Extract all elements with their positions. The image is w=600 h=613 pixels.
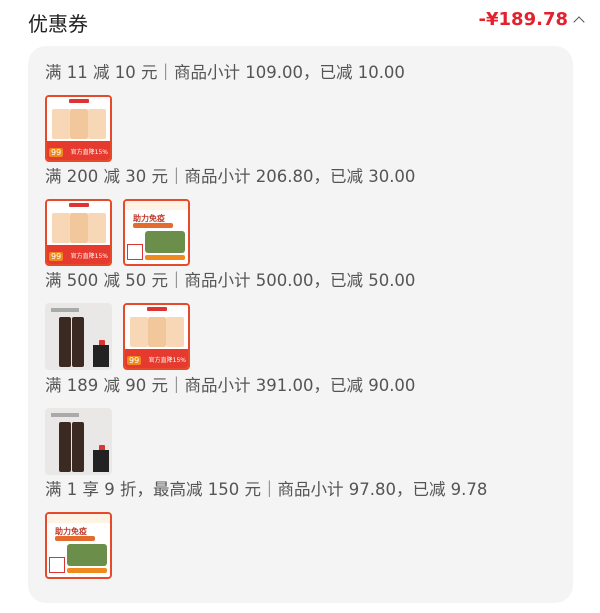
coupon-group: 满 189 减 90 元｜商品小计 391.00，已减 90.00 bbox=[45, 373, 415, 475]
coupon-summary: 满 189 减 90 元｜商品小计 391.00，已减 90.00 bbox=[45, 376, 416, 395]
product-thumbnail-supplement[interactable]: 99 官方直降15% bbox=[45, 199, 112, 266]
coupon-product-list: 99 官方直降15% bbox=[45, 303, 415, 370]
coupon-product-list: 助力免疫 bbox=[45, 512, 487, 579]
product-thumbnail-pants[interactable] bbox=[45, 408, 112, 475]
coupon-group: 满 1 享 9 折，最高减 150 元｜商品小计 97.80，已减 9.78 助… bbox=[45, 477, 487, 579]
coupon-product-list bbox=[45, 408, 415, 475]
product-thumbnail-immunity[interactable]: 助力免疫 bbox=[45, 512, 112, 579]
product-thumbnail-supplement[interactable]: 99 官方直降15% bbox=[45, 95, 112, 162]
coupon-total-discount: -¥189.78 bbox=[478, 9, 568, 30]
coupon-breakdown-panel: 满 11 减 10 元｜商品小计 109.00，已减 10.00 99 官方直降… bbox=[28, 46, 573, 603]
product-promo-tag: 官方直降15% bbox=[70, 149, 108, 156]
product-thumbnail-immunity[interactable]: 助力免疫 bbox=[123, 199, 190, 266]
product-promo-tag: 官方直降15% bbox=[148, 357, 186, 364]
product-thumbnail-pants[interactable] bbox=[45, 303, 112, 370]
coupon-product-list: 99 官方直降15% bbox=[45, 95, 405, 162]
product-promo-tag: 官方直降15% bbox=[70, 253, 108, 260]
coupon-summary: 满 500 减 50 元｜商品小计 500.00，已减 50.00 bbox=[45, 271, 416, 290]
coupon-group: 满 500 减 50 元｜商品小计 500.00，已减 50.00 99 官方直… bbox=[45, 268, 415, 370]
coupon-summary: 满 1 享 9 折，最高减 150 元｜商品小计 97.80，已减 9.78 bbox=[45, 480, 488, 499]
coupon-group: 满 200 减 30 元｜商品小计 206.80，已减 30.00 99 官方直… bbox=[45, 164, 415, 266]
coupon-title: 优惠券 bbox=[28, 12, 88, 36]
coupon-group: 满 11 减 10 元｜商品小计 109.00，已减 10.00 99 官方直降… bbox=[45, 60, 405, 162]
product-price-tag: 99 bbox=[127, 356, 142, 365]
coupon-header[interactable]: 优惠券 -¥189.78 bbox=[0, 0, 600, 44]
product-price-tag: 99 bbox=[49, 252, 64, 261]
coupon-summary: 满 200 减 30 元｜商品小计 206.80，已减 30.00 bbox=[45, 167, 416, 186]
chevron-up-icon[interactable] bbox=[573, 16, 585, 28]
coupon-summary: 满 11 减 10 元｜商品小计 109.00，已减 10.00 bbox=[45, 63, 405, 82]
product-price-tag: 99 bbox=[49, 148, 64, 157]
product-thumbnail-supplement[interactable]: 99 官方直降15% bbox=[123, 303, 190, 370]
coupon-product-list: 99 官方直降15% 助力免疫 bbox=[45, 199, 415, 266]
